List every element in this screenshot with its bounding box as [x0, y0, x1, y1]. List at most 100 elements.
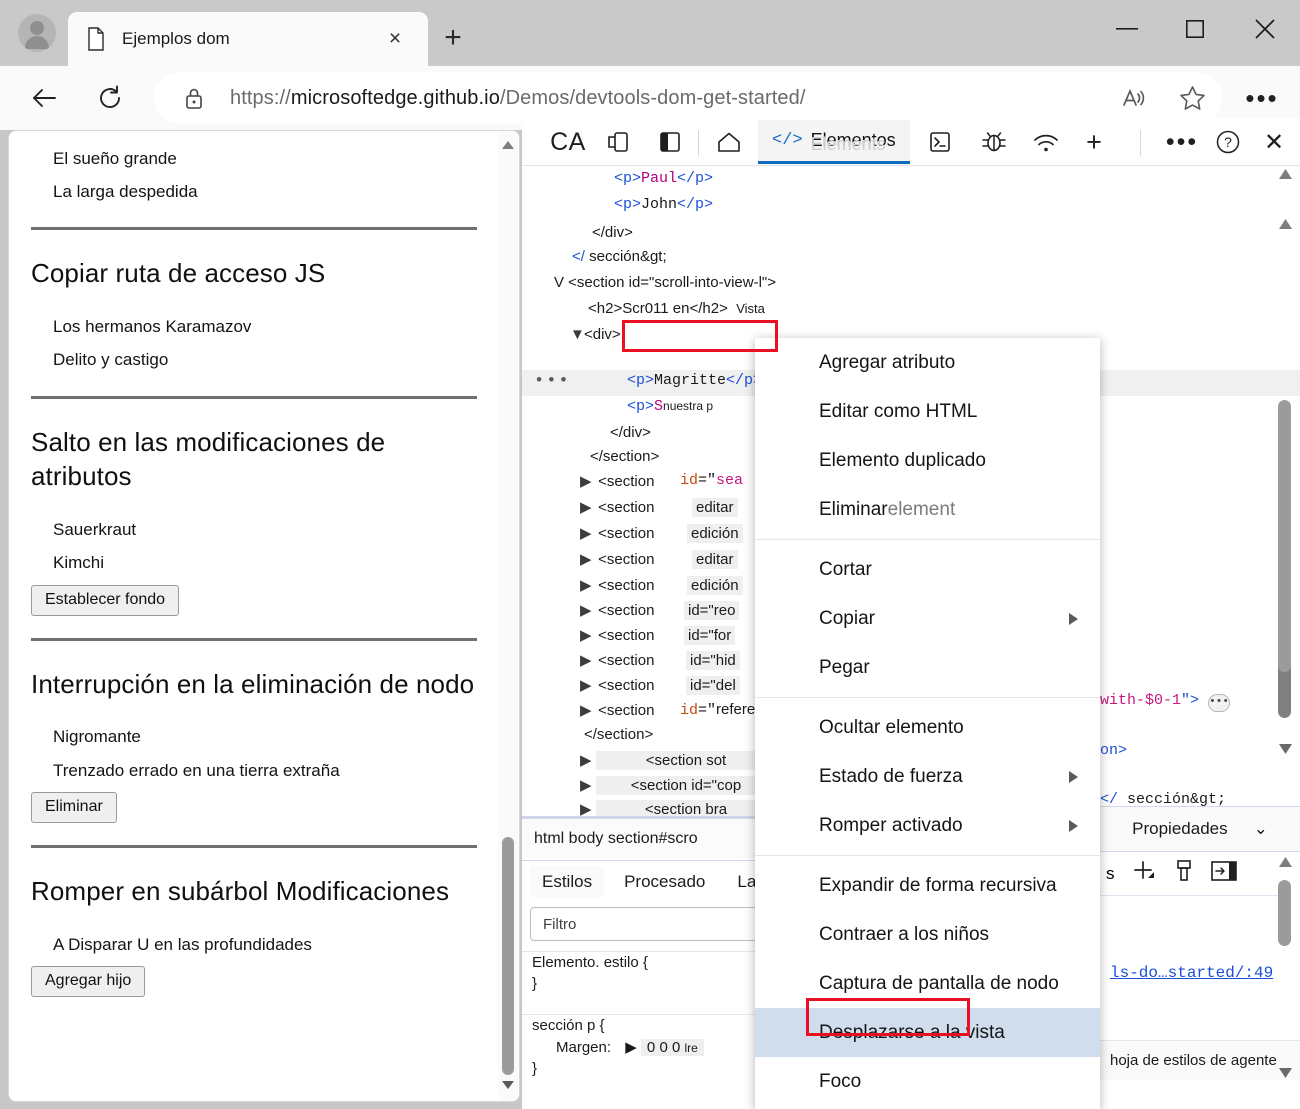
dom-node[interactable]: </div> [592, 224, 633, 241]
expand-arrow-icon[interactable]: ▶ [625, 1039, 637, 1056]
dom-node[interactable]: <p>Snuestra p [627, 398, 713, 415]
css-declaration[interactable]: Margen: ▶ 0 0 0 lre [522, 1036, 772, 1058]
dom-attr[interactable]: id="reo [684, 601, 740, 620]
css-value[interactable]: 0 0 0 lre [640, 1039, 704, 1056]
dom-node[interactable]: <section id="cop [596, 776, 776, 795]
menu-item-delete-element[interactable]: Eliminar element [755, 485, 1100, 534]
add-child-button[interactable]: Agregar hijo [31, 965, 146, 997]
menu-item-break-on[interactable]: Romper activado [755, 801, 1100, 850]
device-emulation-icon[interactable] [600, 122, 640, 162]
dom-node[interactable]: ▼<div> [570, 326, 621, 343]
dom-node[interactable]: </ sección&gt; [572, 248, 667, 265]
close-icon[interactable]: × [384, 28, 406, 50]
dom-attr[interactable]: id="for [684, 626, 736, 645]
breadcrumb[interactable]: html body section#scro [522, 818, 772, 858]
dom-node[interactable]: ▶ <section [580, 472, 654, 490]
scroll-down-icon[interactable] [501, 1078, 515, 1092]
menu-item-focus[interactable]: Foco [755, 1057, 1100, 1106]
chevron-down-icon[interactable]: ⌄ [1254, 819, 1268, 839]
browser-tab[interactable]: Ejemplos dom × [68, 12, 428, 66]
home-icon[interactable] [708, 122, 750, 162]
dom-node[interactable]: </div> [610, 424, 651, 441]
add-tool-button[interactable]: + [1074, 122, 1114, 162]
dom-attr[interactable]: id="del [686, 676, 740, 695]
scrollbar-thumb[interactable] [1278, 400, 1291, 672]
dom-attr[interactable]: id="hid [686, 651, 740, 670]
scroll-down-icon[interactable] [1278, 1066, 1293, 1080]
new-style-rule-icon[interactable] [1131, 859, 1157, 888]
favorite-star-icon[interactable] [1170, 78, 1214, 118]
dom-node[interactable]: <p>Paul</p> [614, 170, 713, 187]
ellipsis-badge-icon[interactable]: ••• [1208, 694, 1231, 712]
dom-node[interactable]: </section> [590, 448, 659, 465]
read-aloud-icon[interactable] [1112, 78, 1156, 118]
menu-item-expand-recursively[interactable]: Expandir de forma recursiva [755, 861, 1100, 910]
toggle-sidebar-icon[interactable] [1210, 860, 1237, 887]
console-icon[interactable] [920, 122, 960, 162]
dom-node[interactable]: <section sot [596, 751, 776, 770]
dom-node-selected[interactable]: <p>Magritte</p> [627, 372, 762, 389]
network-wifi-icon[interactable] [1026, 122, 1066, 162]
dock-side-icon[interactable] [650, 122, 690, 162]
dom-node[interactable]: ▶ <section [580, 601, 654, 619]
menu-item-paste[interactable]: Pegar [755, 643, 1100, 692]
scroll-up-icon[interactable] [501, 138, 515, 152]
dom-node[interactable]: </section> [584, 726, 653, 743]
dom-attr[interactable]: id="sea [680, 472, 743, 489]
menu-item-cut[interactable]: Cortar [755, 545, 1100, 594]
dom-node[interactable]: <h2>Scr011 en</h2> Vista [588, 300, 765, 317]
styles-filter-input[interactable]: Filtro [530, 907, 760, 941]
menu-item-force-state[interactable]: Estado de fuerza [755, 752, 1100, 801]
dom-node[interactable]: ▶ <section [580, 626, 654, 644]
dom-node[interactable]: V <section id="scroll-into-view-l"> [554, 274, 776, 291]
minimize-button[interactable] [1096, 8, 1158, 50]
address-bar[interactable]: https://microsoftedge.github.io/Demos/de… [154, 72, 1222, 124]
element-classes-brush-icon[interactable] [1173, 858, 1195, 889]
dom-attr[interactable]: edición [687, 524, 743, 543]
page-scrollbar[interactable] [498, 132, 518, 1100]
tab-elements[interactable]: </> Elementos Elements [758, 120, 910, 164]
tab-estilos[interactable]: Estilos [530, 867, 605, 897]
right-scrollbar[interactable] [1274, 168, 1296, 780]
browser-settings-more-icon[interactable]: ••• [1240, 76, 1284, 120]
dom-attr[interactable]: editar [692, 550, 738, 569]
window-close-button[interactable] [1234, 8, 1296, 50]
menu-item-hide-element[interactable]: Ocultar elemento [755, 703, 1100, 752]
dom-attr[interactable]: editar [692, 498, 738, 517]
stylesheet-source-link[interactable]: ls-do…started/:49 [1110, 964, 1273, 982]
scroll-up-icon[interactable] [1278, 856, 1293, 870]
properties-section-header[interactable]: Propiedades ⌄ [1100, 806, 1300, 850]
dom-node[interactable]: ▶ <section [580, 576, 654, 594]
css-rule[interactable]: Elemento. estilo { } [522, 951, 772, 994]
dom-node[interactable]: <p>John</p> [614, 196, 713, 213]
scroll-down-icon[interactable] [1278, 742, 1293, 756]
new-tab-button[interactable]: + [438, 23, 468, 54]
node-badge-more-icon[interactable]: ••• [534, 372, 571, 391]
reload-icon[interactable] [86, 74, 134, 122]
devtools-close-icon[interactable]: ✕ [1254, 122, 1294, 162]
dom-node[interactable]: ▶ <section [580, 498, 654, 516]
profile-avatar-icon[interactable] [18, 14, 56, 52]
tab-procesado[interactable]: Procesado [612, 867, 717, 897]
dom-node[interactable]: <section bra [596, 800, 776, 816]
css-rule[interactable]: sección p { Margen: ▶ 0 0 0 lre } [522, 1014, 772, 1079]
dom-node[interactable]: ▶ <section [580, 550, 654, 568]
right-lower-scrollbar[interactable] [1274, 856, 1296, 1102]
debugger-bug-icon[interactable] [974, 122, 1014, 162]
menu-item-collapse-children[interactable]: Contraer a los niños [755, 910, 1100, 959]
dom-node[interactable]: ▶ <section [580, 676, 654, 694]
maximize-button[interactable] [1164, 8, 1226, 50]
dom-node[interactable]: ▶ <section [580, 524, 654, 542]
remove-button[interactable]: Eliminar [31, 791, 117, 823]
dom-node[interactable]: ▶ <section [580, 701, 654, 719]
dom-context-menu[interactable]: Agregar atributo Editar como HTML Elemen… [755, 338, 1100, 1109]
dom-node[interactable]: ▶ <section [580, 651, 654, 669]
set-background-button[interactable]: Establecer fondo [31, 584, 180, 616]
scrollbar-thumb[interactable] [1278, 880, 1291, 946]
back-arrow-icon[interactable] [20, 74, 68, 122]
scroll-up-icon[interactable] [1278, 168, 1293, 182]
dom-node[interactable]: ▶ [580, 751, 594, 769]
dom-node[interactable]: ▶ [580, 776, 594, 794]
dom-attr[interactable]: edición [687, 576, 743, 595]
help-icon[interactable]: ? [1208, 122, 1248, 162]
